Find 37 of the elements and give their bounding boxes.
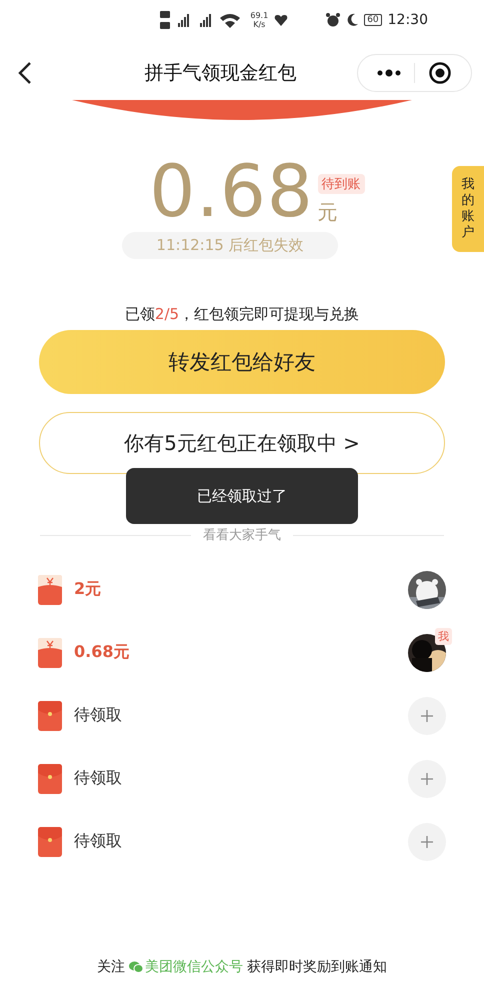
my-account-tab[interactable]: 我的账户: [452, 166, 484, 252]
unclaimed-label: 待领取: [74, 768, 123, 789]
claimed-amount: 2元: [74, 579, 102, 600]
chat-icon: [129, 961, 143, 973]
claimed-amount: 0.68元: [74, 642, 130, 663]
target-icon: [429, 62, 451, 84]
footer-text: 关注: [97, 958, 125, 976]
network-speed-unit: K/s: [253, 20, 266, 29]
pending-badge: 待到账: [318, 174, 365, 194]
plus-icon: [421, 772, 433, 784]
footer-text: 获得即时奖励到账通知: [247, 958, 387, 976]
envelope-icon: [38, 764, 62, 794]
envelope-icon: [38, 574, 62, 604]
envelope-icon: [38, 700, 62, 730]
expiry-timer: 11:12:15 后红包失效: [122, 232, 338, 259]
me-badge: 我: [435, 628, 452, 644]
section-title: 看看大家手气: [203, 527, 281, 544]
heart-icon: [274, 14, 288, 26]
moon-icon: [346, 13, 358, 27]
network-speed: 69.1: [250, 11, 268, 20]
unclaimed-label: 待领取: [74, 705, 123, 726]
pending-envelope-button[interactable]: 你有5元红包正在领取中 >: [39, 412, 445, 474]
page-title: 拼手气领现金红包: [144, 61, 298, 86]
share-button[interactable]: 转发红包给好友: [39, 330, 445, 394]
battery-level: 60: [364, 14, 382, 26]
unclaimed-label: 待领取: [74, 831, 123, 852]
envelope-icon: [38, 826, 62, 856]
back-icon: [18, 61, 32, 85]
amount-value: 0.68: [149, 158, 314, 224]
amount-unit: 元: [318, 200, 338, 224]
more-icon: [376, 69, 402, 77]
toast-message: 已经领取过了: [126, 468, 358, 524]
claim-progress-text: 已领2/5，红包领完即可提现与兑换: [124, 305, 360, 324]
plus-icon: [421, 710, 433, 722]
envelope-icon: [38, 638, 62, 668]
clock: 12:30: [388, 12, 428, 28]
plus-icon: [421, 836, 433, 848]
